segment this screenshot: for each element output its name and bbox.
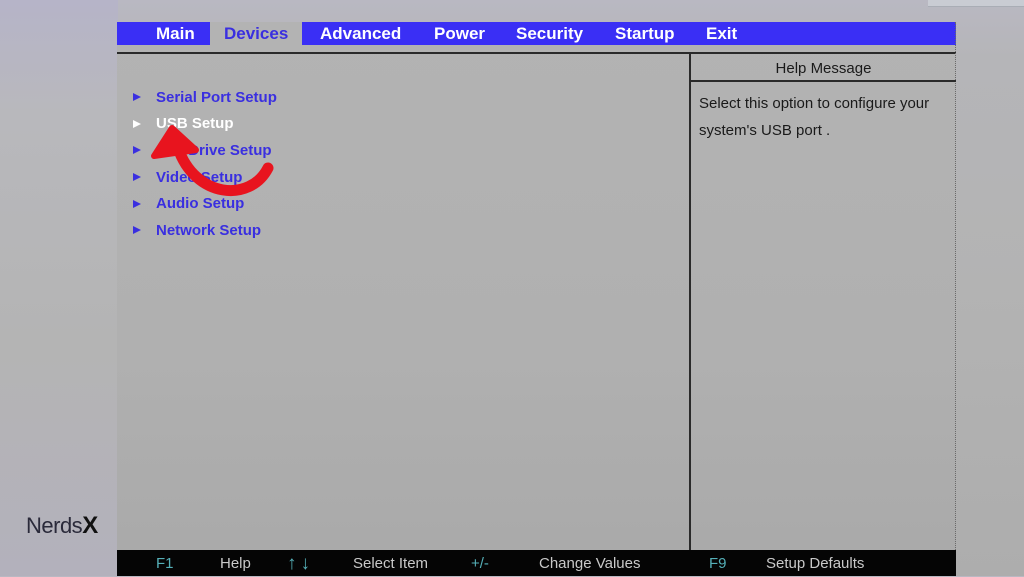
arrow-curve: [172, 142, 274, 196]
triangle-right-icon: [133, 93, 141, 102]
panel-divider: [689, 52, 691, 550]
tab-exit[interactable]: Exit: [706, 22, 737, 45]
help-title-divider: [691, 80, 956, 82]
menu-item-label: Serial Port Setup: [156, 88, 277, 106]
tab-security[interactable]: Security: [516, 22, 583, 45]
key-f9: F9: [709, 555, 727, 572]
menu-item-serial-port-setup[interactable]: Serial Port Setup: [133, 84, 277, 111]
triangle-right-icon: [133, 199, 141, 208]
menu-bar: Main Devices Advanced Power Security Sta…: [117, 22, 956, 45]
tab-advanced[interactable]: Advanced: [320, 22, 401, 45]
help-text-line: Select this option to configure your: [699, 95, 930, 112]
tab-power[interactable]: Power: [434, 22, 485, 45]
key-arrows-desc: Select Item: [353, 555, 429, 572]
red-curved-arrow-annotation: [151, 125, 274, 196]
key-legend-bar: F1 Help ↑↓ Select Item +/- Change Values…: [117, 550, 956, 576]
key-f9-desc: Setup Defaults: [766, 555, 865, 572]
header-divider: [117, 52, 956, 54]
logo-x: X: [82, 512, 98, 539]
arrow-keys-icon: ↑↓: [287, 553, 314, 574]
key-plus-minus-desc: Change Values: [539, 555, 641, 572]
screen-right-edge: [955, 22, 957, 550]
key-plus-minus: +/-: [471, 555, 489, 572]
background-window-edge: [928, 0, 1024, 7]
nerdsx-watermark-logo: NerdsX: [26, 512, 98, 540]
key-f1: F1: [156, 555, 174, 572]
bios-setup-screen: Main Devices Advanced Power Security Sta…: [117, 22, 956, 576]
menu-item-label: Network Setup: [156, 221, 262, 239]
logo-text: Nerds: [26, 513, 83, 538]
help-panel-title: Help Message: [775, 60, 872, 77]
triangle-right-icon: [133, 226, 141, 235]
menu-item-network-setup[interactable]: Network Setup: [133, 217, 277, 244]
help-text-line: system's USB port .: [699, 122, 831, 139]
tab-main[interactable]: Main: [156, 22, 195, 45]
tab-startup[interactable]: Startup: [615, 22, 675, 45]
tab-devices[interactable]: Devices: [210, 22, 303, 45]
background-left: [0, 0, 118, 576]
help-panel-body: Select this option to configure your sys…: [699, 90, 949, 144]
arrow-head: [151, 125, 199, 159]
key-f1-desc: Help: [220, 555, 251, 572]
